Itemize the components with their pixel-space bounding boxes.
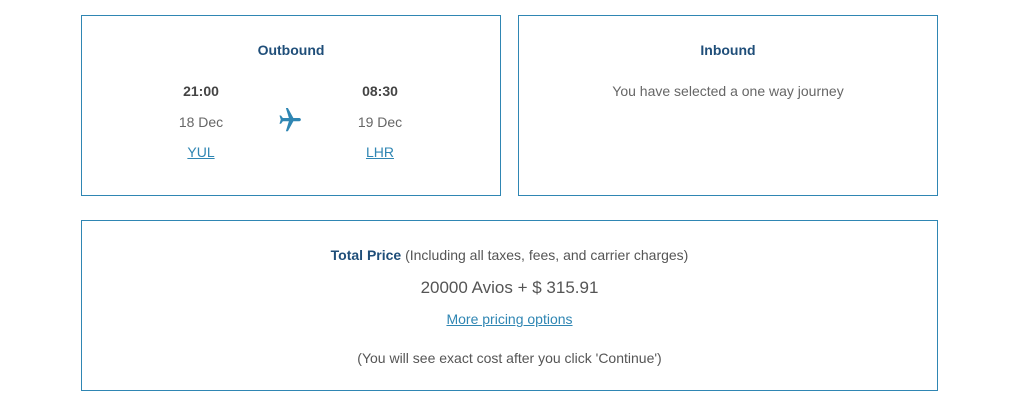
departure-date: 18 Dec xyxy=(178,114,224,130)
price-amount: 20000 Avios + $ 315.91 xyxy=(420,278,599,297)
arrival-airport-link[interactable]: LHR xyxy=(340,144,420,160)
outbound-panel: Outbound 21:00 18 Dec YUL 08:30 19 Dec L… xyxy=(81,15,501,196)
departure-airport-link[interactable]: YUL xyxy=(161,144,241,160)
departure-time: 21:00 xyxy=(183,83,219,99)
price-heading: Total Price (Including all taxes, fees, … xyxy=(82,247,937,263)
airplane-icon xyxy=(274,105,304,135)
exact-cost-note: (You will see exact cost after you click… xyxy=(357,350,662,366)
more-pricing-options-link[interactable]: More pricing options xyxy=(446,311,572,327)
outbound-title: Outbound xyxy=(257,42,325,58)
more-pricing-options-wrapper: More pricing options xyxy=(82,311,937,329)
one-way-message: You have selected a one way journey xyxy=(612,83,844,99)
price-qualifier: (Including all taxes, fees, and carrier … xyxy=(405,247,689,263)
total-price-label: Total Price xyxy=(330,247,402,263)
price-panel: Total Price (Including all taxes, fees, … xyxy=(81,220,938,391)
inbound-panel: Inbound You have selected a one way jour… xyxy=(518,15,938,196)
arrival-date: 19 Dec xyxy=(357,114,403,130)
inbound-title: Inbound xyxy=(700,42,756,58)
arrival-time: 08:30 xyxy=(362,83,398,99)
